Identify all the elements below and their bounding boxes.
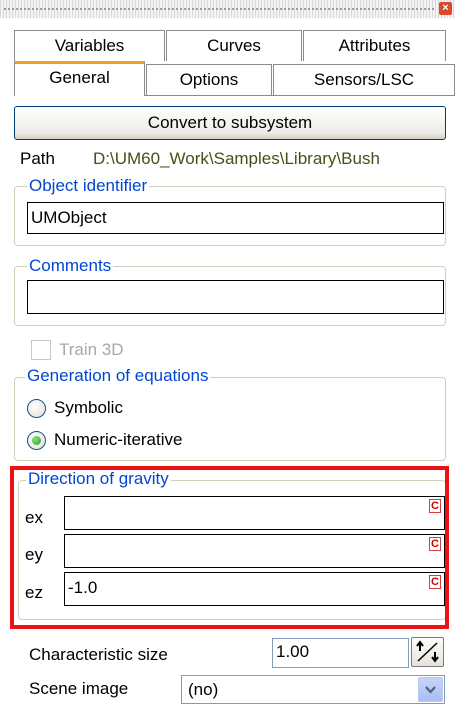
numeric-iterative-label: Numeric-iterative	[54, 430, 183, 449]
symbolic-label: Symbolic	[54, 398, 123, 417]
radio-selected-dot	[32, 436, 41, 445]
tab-general[interactable]: General	[14, 61, 145, 96]
highlight-box	[10, 466, 449, 629]
tab-curves[interactable]: Curves	[166, 30, 302, 61]
scene-image-label: Scene image	[29, 679, 129, 698]
tab-variables[interactable]: Variables	[14, 30, 165, 61]
generation-legend: Generation of equations	[25, 366, 211, 386]
tab-options[interactable]: Options	[146, 64, 272, 95]
spin-updown-icon[interactable]	[411, 637, 444, 667]
convert-to-subsystem-button[interactable]: Convert to subsystem	[14, 106, 446, 140]
train-3d-label: Train 3D	[59, 340, 124, 359]
characteristic-size-input[interactable]: 1.00	[272, 638, 409, 668]
train-3d-checkbox[interactable]	[31, 340, 51, 360]
comments-legend: Comments	[27, 256, 114, 276]
chevron-down-icon[interactable]	[418, 677, 443, 702]
tab-sensors-lsc[interactable]: Sensors/LSC	[273, 64, 455, 95]
symbolic-radio[interactable]	[27, 399, 46, 418]
object-identifier-legend: Object identifier	[27, 176, 150, 196]
comments-input[interactable]	[27, 280, 444, 314]
tab-attributes[interactable]: Attributes	[303, 30, 446, 61]
characteristic-size-label: Characteristic size	[29, 645, 168, 664]
object-identifier-input[interactable]: UMObject	[27, 202, 444, 234]
scene-image-value: (no)	[188, 680, 219, 699]
path-label: Path	[20, 149, 55, 168]
panel-titlebar[interactable]: ×	[0, 0, 455, 18]
numeric-iterative-radio[interactable]	[27, 431, 46, 450]
scene-image-select[interactable]: (no)	[181, 675, 445, 704]
drag-grip[interactable]	[4, 8, 434, 10]
path-value: D:\UM60_Work\Samples\Library\Bush	[93, 149, 380, 168]
close-icon[interactable]: ×	[439, 2, 452, 15]
